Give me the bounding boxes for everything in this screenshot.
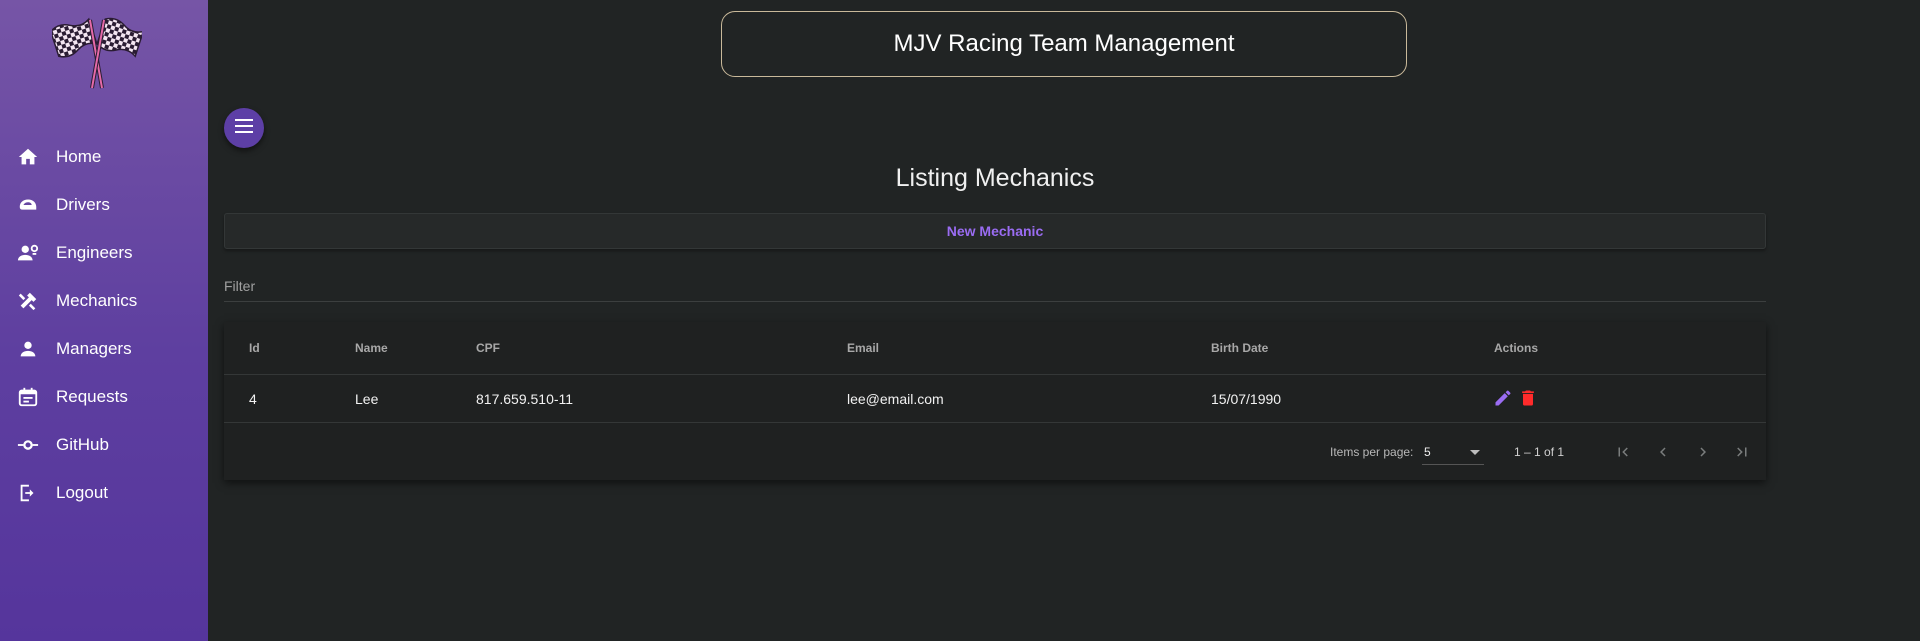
first-page-icon: [1618, 447, 1628, 457]
helmet-icon: [16, 193, 40, 217]
column-header-name[interactable]: Name: [355, 341, 388, 355]
cell-email: lee@email.com: [847, 391, 944, 407]
paginator: Items per page: 5 1 – 1 of 1: [224, 423, 1766, 480]
table-header-row: Id Name CPF Email Birth Date Actions: [224, 322, 1766, 375]
sidebar-item-github[interactable]: GitHub: [0, 423, 208, 467]
last-page-button[interactable]: [1729, 439, 1755, 465]
filter-field: [224, 272, 1766, 302]
sidebar-item-logout[interactable]: Logout: [0, 471, 208, 515]
sidebar-item-label: GitHub: [56, 435, 109, 454]
filter-input[interactable]: [224, 272, 1766, 300]
mechanics-table: Id Name CPF Email Birth Date Actions 4 L…: [224, 322, 1766, 480]
cell-name: Lee: [355, 391, 379, 407]
items-per-page-label: Items per page:: [1330, 445, 1414, 459]
items-per-page-select[interactable]: 5: [1422, 439, 1484, 465]
table-row: 4 Lee 817.659.510-11 lee@email.com 15/07…: [224, 375, 1766, 423]
dropdown-arrow-icon: [1470, 450, 1480, 455]
sidebar-item-label: Requests: [56, 387, 128, 406]
sidebar-item-home[interactable]: Home: [0, 135, 208, 179]
sidebar-item-label: Drivers: [56, 195, 110, 214]
chevron-left-icon: [1660, 447, 1666, 457]
last-page-icon: [1737, 447, 1747, 457]
engineers-icon: [16, 241, 40, 265]
chevron-right-icon: [1700, 447, 1706, 457]
sidebar-item-drivers[interactable]: Drivers: [0, 183, 208, 227]
sidebar-item-label: Managers: [56, 339, 132, 358]
sidebar-item-engineers[interactable]: Engineers: [0, 231, 208, 275]
main-content: MJV Racing Team Management Listing Mecha…: [208, 0, 1920, 641]
checkered-flags-logo: [49, 16, 145, 92]
commit-icon: [16, 433, 40, 457]
column-header-email[interactable]: Email: [847, 341, 879, 355]
items-per-page-value: 5: [1424, 445, 1431, 459]
sidebar-item-requests[interactable]: Requests: [0, 375, 208, 419]
home-icon: [16, 145, 40, 169]
cell-birth-date: 15/07/1990: [1211, 391, 1282, 407]
sidebar-item-label: Mechanics: [56, 291, 138, 310]
sidebar: Home Drivers Engineers Mechanics Manager…: [0, 0, 208, 641]
previous-page-button[interactable]: [1650, 439, 1676, 465]
column-header-id[interactable]: Id: [249, 341, 260, 355]
sidebar-item-label: Home: [56, 147, 102, 166]
page-range-label: 1 – 1 of 1: [1514, 445, 1565, 459]
app-title: MJV Racing Team Management: [721, 11, 1407, 77]
column-header-actions: Actions: [1494, 341, 1539, 355]
sidebar-item-label: Logout: [56, 483, 108, 502]
edit-icon[interactable]: [1492, 387, 1514, 409]
column-header-cpf[interactable]: CPF: [476, 341, 500, 355]
delete-icon[interactable]: [1517, 387, 1539, 409]
cell-id: 4: [249, 391, 257, 407]
calendar-icon: [16, 385, 40, 409]
sidebar-item-mechanics[interactable]: Mechanics: [0, 279, 208, 323]
menu-toggle-button[interactable]: [224, 108, 264, 148]
cell-cpf: 817.659.510-11: [476, 391, 574, 407]
sidebar-item-label: Engineers: [56, 243, 133, 262]
new-mechanic-button[interactable]: New Mechanic: [224, 213, 1766, 249]
hamburger-icon: [235, 118, 253, 138]
first-page-button[interactable]: [1610, 439, 1636, 465]
column-header-birth-date[interactable]: Birth Date: [1211, 341, 1268, 355]
person-icon: [16, 337, 40, 361]
tools-icon: [16, 289, 40, 313]
next-page-button[interactable]: [1690, 439, 1716, 465]
logout-icon: [16, 481, 40, 505]
sidebar-item-managers[interactable]: Managers: [0, 327, 208, 371]
page-title: Listing Mechanics: [895, 164, 1095, 192]
